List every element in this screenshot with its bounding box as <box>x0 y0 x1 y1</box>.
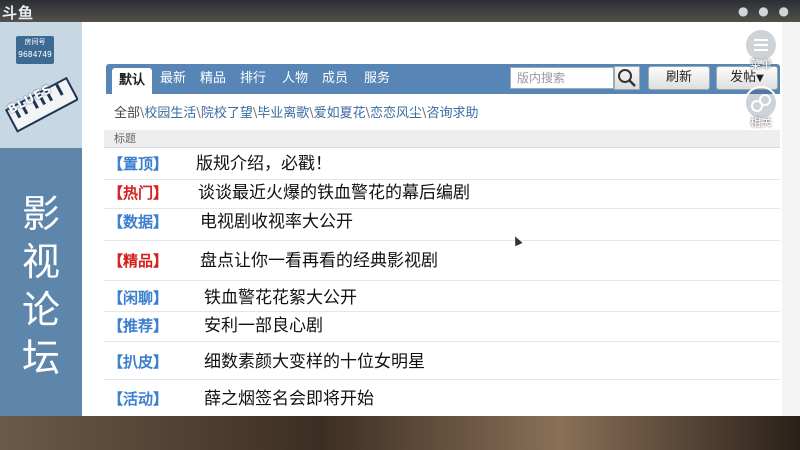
post-title[interactable]: 安利一部良心剧 <box>204 314 323 338</box>
forum-banner: 房间号 9684749 BLUES <box>0 22 82 148</box>
post-title[interactable]: 薛之烟签名会即将开始 <box>204 387 374 411</box>
list-item[interactable]: 【推荐】 安利一部良心剧 <box>104 311 780 341</box>
post-tag: 【数据】 <box>108 213 169 231</box>
list-item[interactable]: 【置顶】 版规介绍，必戳！ <box>104 149 780 179</box>
row-divider <box>104 341 780 342</box>
post-tag: 【扒皮】 <box>108 353 169 371</box>
breadcrumb-item[interactable]: 恋恋风尘 <box>370 106 422 121</box>
list-item[interactable]: 【闲聊】 铁血警花花絮大公开 <box>104 283 780 313</box>
tab-default[interactable]: 默认 <box>112 68 152 94</box>
refresh-button[interactable]: 刷新 <box>648 66 710 90</box>
more-icon[interactable]: ● ● ● <box>738 4 792 18</box>
search-icon <box>618 69 636 87</box>
room-id-number: 9684749 <box>18 50 52 59</box>
tab-services[interactable]: 服务 <box>358 64 396 94</box>
list-header: 标题 <box>104 130 780 148</box>
forum-title-char: 坛 <box>21 336 60 380</box>
stream-top-bar: 斗鱼 ● ● ● <box>0 0 800 22</box>
forum-sidebar: 房间号 9684749 BLUES 影 视 论 坛 <box>0 22 82 416</box>
row-divider <box>104 280 780 281</box>
row-divider <box>104 379 780 380</box>
tab-featured[interactable]: 精品 <box>194 64 232 94</box>
list-item[interactable]: 【活动】 薛之烟签名会即将开始 <box>104 384 780 414</box>
post-tag: 【活动】 <box>108 390 169 408</box>
list-item[interactable]: 【精品】 盘点让你一看再看的经典影视剧 <box>104 246 780 276</box>
list-item[interactable]: 【热门】 谈谈最近火爆的铁血警花的幕后编剧 <box>104 178 780 208</box>
breadcrumb-item[interactable]: 院校了望 <box>201 106 253 121</box>
related-label: 相关 <box>750 116 772 129</box>
stream-bottom-bar <box>0 416 800 450</box>
search-button[interactable] <box>614 66 640 90</box>
post-title[interactable]: 谈谈最近火爆的铁血警花的幕后编剧 <box>198 181 470 205</box>
forum-title-char: 论 <box>21 288 60 332</box>
breadcrumb: 全部\校园生活\院校了望\毕业离歌\爱如夏花\恋恋风尘\咨询求助 <box>114 102 478 121</box>
breadcrumb-all[interactable]: 全部 <box>114 106 140 121</box>
post-title[interactable]: 盘点让你一看再看的经典影视剧 <box>200 249 438 273</box>
post-tag: 【闲聊】 <box>108 289 169 307</box>
room-id-badge: 房间号 9684749 <box>16 36 54 64</box>
list-item[interactable]: 【扒皮】 细数素颜大变样的十位女明星 <box>104 347 780 377</box>
breadcrumb-item[interactable]: 毕业离歌 <box>257 106 309 121</box>
post-title[interactable]: 电视剧收视率大公开 <box>200 210 353 234</box>
tab-ranking[interactable]: 排行 <box>234 64 272 94</box>
post-tag: 【置顶】 <box>108 155 169 173</box>
menu-label: 菜单 <box>750 58 772 71</box>
tab-people[interactable]: 人物 <box>276 64 314 94</box>
tab-members[interactable]: 成员 <box>316 64 354 94</box>
stream-logo: 斗鱼 <box>2 4 35 22</box>
breadcrumb-item[interactable]: 咨询求助 <box>426 106 478 121</box>
post-tag: 【热门】 <box>108 184 169 202</box>
room-id-label: 房间号 <box>24 38 46 46</box>
post-tag: 【推荐】 <box>108 317 169 335</box>
post-title[interactable]: 细数素颜大变样的十位女明星 <box>204 350 425 374</box>
post-title[interactable]: 版规介绍，必戳！ <box>196 152 332 176</box>
post-title[interactable]: 铁血警花花絮大公开 <box>204 286 357 310</box>
list-item[interactable]: 【数据】 电视剧收视率大公开 <box>104 207 780 237</box>
tab-latest[interactable]: 最新 <box>154 64 192 94</box>
row-divider <box>104 240 780 241</box>
breadcrumb-item[interactable]: 爱如夏花 <box>314 106 366 121</box>
forum-title-char: 影 <box>21 192 60 236</box>
post-tag: 【精品】 <box>108 252 169 270</box>
forum-title: 影 视 论 坛 <box>10 190 72 382</box>
forum-title-char: 视 <box>21 240 60 284</box>
breadcrumb-item[interactable]: 校园生活 <box>144 106 196 121</box>
forum-search-input[interactable]: 版内搜索 <box>510 67 614 89</box>
